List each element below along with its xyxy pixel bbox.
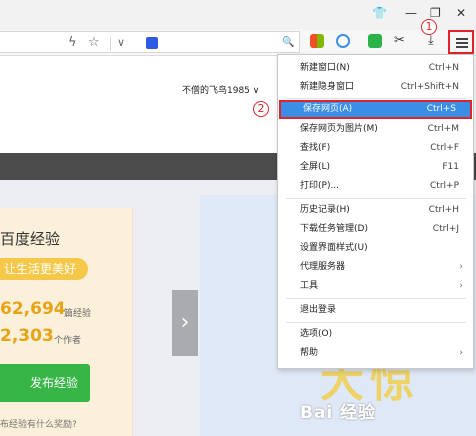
menu-item-find[interactable]: 查找(F) Ctrl+F <box>278 139 473 158</box>
shield-icon[interactable] <box>368 34 382 48</box>
chevron-right-icon: › <box>459 262 463 272</box>
menu-item-options[interactable]: 选项(O) <box>278 325 473 344</box>
user-account-link[interactable]: 不僧的飞鸟1985 ∨ <box>182 83 259 96</box>
main-dropdown-menu: 新建窗口(N) Ctrl+N 新建隐身窗口 Ctrl+Shift+N 保存网页(… <box>277 54 474 369</box>
carousel-next-button[interactable]: › <box>172 290 198 356</box>
search-icon[interactable]: 🔍 <box>282 32 294 54</box>
menu-item-label: 新建隐身窗口 <box>300 82 355 92</box>
menu-item-proxy-server[interactable]: 代理服务器 › <box>278 258 473 277</box>
menu-item-logout[interactable]: 退出登录 <box>278 301 473 320</box>
author-count-unit: 个作者 <box>54 336 82 346</box>
menu-item-save-page[interactable]: 保存网页(A) Ctrl+S <box>279 100 472 119</box>
menu-item-label: 工具 <box>300 281 319 291</box>
toolbar-divider <box>110 37 111 51</box>
skin-icon[interactable]: 👕 <box>372 5 387 21</box>
address-bar[interactable]: ϟ ☆ ∨ 🔍 <box>0 31 300 53</box>
chevron-right-icon: › <box>459 281 463 291</box>
reward-info-link[interactable]: 布经验有什么奖励? <box>0 417 77 430</box>
menu-item-shortcut: Ctrl+F <box>430 143 459 153</box>
menu-item-history[interactable]: 历史记录(H) Ctrl+H <box>278 201 473 220</box>
menu-item-print[interactable]: 打印(P)... Ctrl+P <box>278 177 473 196</box>
menu-item-save-page-as-image[interactable]: 保存网页为图片(M) Ctrl+M <box>278 120 473 139</box>
menu-item-shortcut: Ctrl+H <box>428 205 459 215</box>
menu-item-label: 新建窗口(N) <box>300 63 350 73</box>
baidu-watermark: Bai 经验 <box>300 403 377 423</box>
menu-item-shortcut: Ctrl+N <box>428 63 459 73</box>
menu-item-label: 选项(O) <box>300 329 333 339</box>
menu-item-interface-style[interactable]: 设置界面样式(U) <box>278 239 473 258</box>
menu-item-new-window[interactable]: 新建窗口(N) Ctrl+N <box>278 59 473 78</box>
menu-item-label: 下载任务管理(D) <box>300 224 368 234</box>
menu-item-label: 打印(P)... <box>300 181 340 191</box>
chevron-right-icon: › <box>459 348 463 358</box>
menu-item-shortcut: Ctrl+J <box>432 224 459 234</box>
menu-item-label: 全屏(L) <box>300 162 331 172</box>
menu-item-label: 代理服务器 <box>300 262 346 272</box>
menu-item-shortcut: Ctrl+P <box>430 181 459 191</box>
menu-item-new-incognito-window[interactable]: 新建隐身窗口 Ctrl+Shift+N <box>278 78 473 97</box>
menu-item-label: 设置界面样式(U) <box>300 243 368 253</box>
browser-toolbar: ϟ ☆ ∨ 🔍 ✂ ⤓ <box>0 30 476 56</box>
menu-item-label: 保存网页为图片(M) <box>300 124 378 134</box>
chevron-down-icon[interactable]: ∨ <box>117 32 125 54</box>
hamburger-icon <box>456 38 468 48</box>
step-marker-2: 2 <box>253 101 269 117</box>
menu-item-label: 历史记录(H) <box>300 205 350 215</box>
menu-item-shortcut: Ctrl+S <box>426 104 456 114</box>
experience-count: 62,694 <box>0 299 66 319</box>
main-menu-button[interactable] <box>448 30 474 54</box>
publish-button-label: 发布经验 <box>29 376 78 390</box>
menu-item-shortcut: Ctrl+Shift+N <box>400 82 459 92</box>
close-button[interactable]: ✕ <box>456 5 466 21</box>
scissors-icon[interactable]: ✂ <box>394 30 405 52</box>
menu-item-shortcut: F11 <box>442 162 459 172</box>
menu-separator <box>286 98 466 99</box>
minimize-button[interactable]: — <box>405 5 417 21</box>
menu-item-label: 退出登录 <box>300 305 337 315</box>
menu-item-tools[interactable]: 工具 › <box>278 277 473 296</box>
menu-item-label: 保存网页(A) <box>303 104 353 114</box>
bookmark-star-icon[interactable]: ☆ <box>88 32 100 54</box>
card-title: 百度经验 <box>0 230 61 248</box>
baidu-paw-icon[interactable] <box>146 37 158 49</box>
menu-item-help[interactable]: 帮助 › <box>278 344 473 363</box>
translate-icon[interactable] <box>336 34 350 48</box>
menu-item-label: 帮助 <box>300 348 319 358</box>
menu-item-fullscreen[interactable]: 全屏(L) F11 <box>278 158 473 177</box>
author-count: 2,303 <box>0 326 54 346</box>
experience-count-unit: 篇经验 <box>64 309 92 319</box>
apps-icon[interactable] <box>310 34 324 48</box>
publish-experience-button[interactable]: 发布经验 <box>0 364 90 402</box>
title-bar: 👕 — ❐ ✕ <box>0 0 476 30</box>
menu-separator <box>286 322 466 323</box>
slogan-badge: 让生活更美好 <box>0 258 89 280</box>
step-marker-1: 1 <box>421 19 437 35</box>
menu-separator <box>286 198 466 199</box>
menu-item-downloads[interactable]: 下载任务管理(D) Ctrl+J <box>278 220 473 239</box>
menu-item-label: 查找(F) <box>300 143 331 153</box>
lightning-icon[interactable]: ϟ <box>68 32 77 54</box>
menu-item-shortcut: Ctrl+M <box>427 124 459 134</box>
menu-separator <box>286 298 466 299</box>
